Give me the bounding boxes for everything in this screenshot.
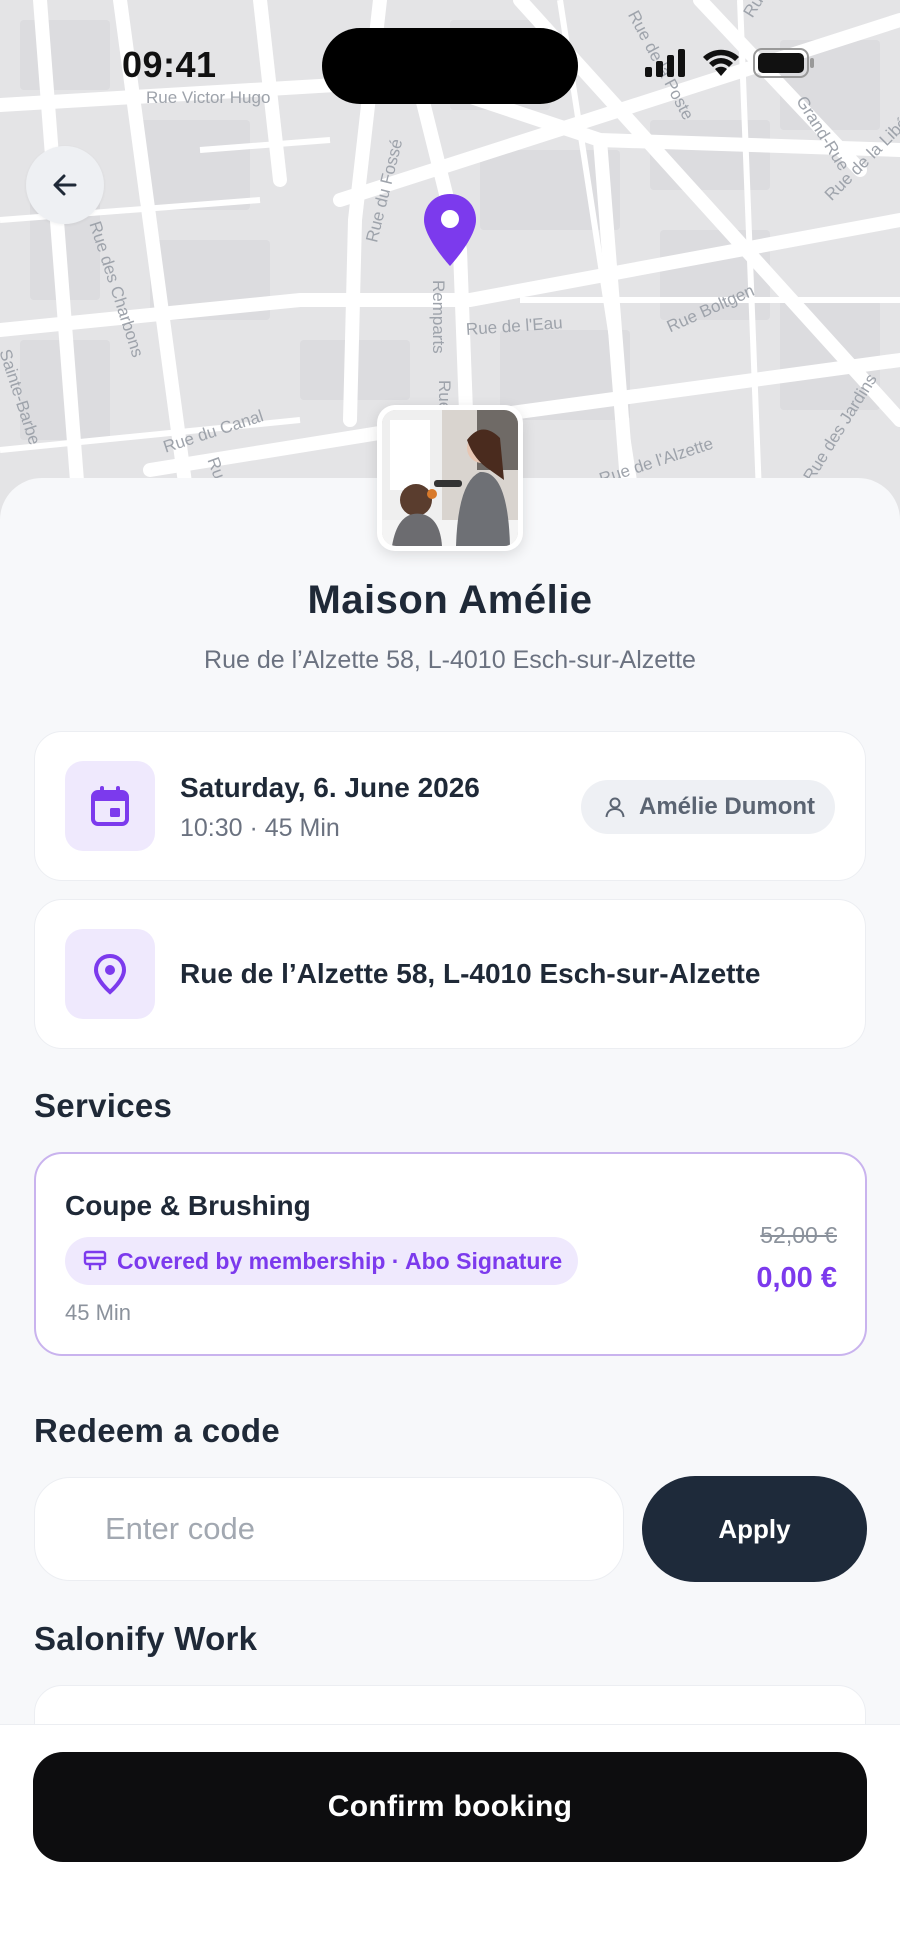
appointment-date: Saturday, 6. June 2026 (180, 772, 480, 803)
street-label: Rue Victor Hugo (146, 88, 271, 107)
membership-text: Covered by membership · Abo Signature (117, 1247, 563, 1274)
arrow-left-icon (53, 174, 77, 196)
final-price: 0,00 € (756, 1262, 837, 1294)
appointment-time: 10:30 · 45 Min (180, 814, 340, 842)
location-pin-icon (93, 953, 127, 995)
services-heading: Services (34, 1087, 173, 1124)
confirm-booking-button[interactable]: Confirm booking (33, 1752, 867, 1862)
back-button[interactable] (26, 146, 104, 224)
staff-chip[interactable]: Amélie Dumont (580, 780, 835, 834)
location-address: Rue de l’Alzette 58, L-4010 Esch-sur-Alz… (180, 958, 761, 989)
service-item[interactable]: Coupe & Brushing Covered by membership ·… (34, 1152, 867, 1356)
salon-photo (377, 405, 523, 551)
membership-badge: Covered by membership · Abo Signature (65, 1237, 579, 1285)
original-price: 52,00 € (760, 1222, 837, 1248)
service-name: Coupe & Brushing (65, 1190, 311, 1221)
appointment-card[interactable]: Saturday, 6. June 2026 10:30 · 45 Min Am… (34, 731, 866, 881)
wifi-icon (703, 49, 739, 76)
location-card[interactable]: Rue de l’Alzette 58, L-4010 Esch-sur-Alz… (34, 899, 866, 1049)
work-heading: Salonify Work (34, 1620, 258, 1657)
status-icons (645, 48, 815, 78)
salon-name: Maison Amélie (307, 578, 593, 622)
redeem-heading: Redeem a code (34, 1412, 281, 1449)
salon-address: Rue de l’Alzette 58, L-4010 Esch-sur-Alz… (204, 646, 696, 674)
promo-code-input[interactable] (34, 1477, 624, 1581)
person-icon (605, 797, 625, 818)
cellular-signal-icon (645, 49, 685, 77)
calendar-icon-tile (65, 761, 155, 851)
apply-code-button[interactable]: Apply (642, 1476, 867, 1582)
membership-card-icon (83, 1250, 107, 1270)
dynamic-island (322, 28, 578, 104)
calendar-icon (91, 786, 129, 826)
staff-name: Amélie Dumont (638, 793, 815, 820)
street-label: Remparts (429, 280, 448, 354)
location-icon-tile (65, 929, 155, 1019)
service-duration: 45 Min (65, 1300, 132, 1325)
status-time: 09:41 (122, 44, 217, 85)
bottom-action-bar: Confirm booking (0, 1724, 900, 1955)
battery-icon (753, 48, 814, 78)
map-pin-icon (424, 194, 476, 266)
